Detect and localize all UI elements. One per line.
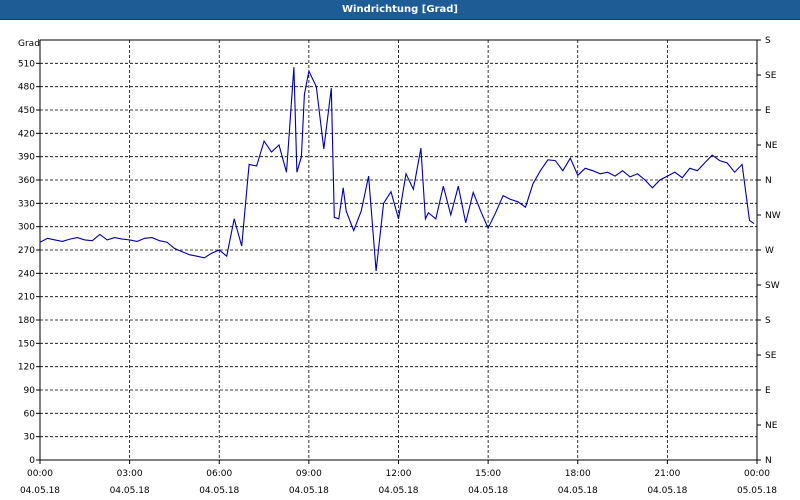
x-tick-date: 04.05.18: [110, 486, 150, 496]
right-tick-label: S: [765, 316, 771, 326]
x-tick-time: 15:00: [475, 469, 501, 479]
y-tick-label: 90: [24, 386, 36, 396]
y-tick-label: 330: [18, 199, 35, 209]
y-tick-label: 30: [24, 433, 36, 443]
x-tick-time: 21:00: [654, 469, 680, 479]
y-tick-label: 300: [18, 223, 35, 233]
x-tick-date: 04.05.18: [378, 486, 418, 496]
y-tick-label: 510: [18, 59, 35, 69]
right-tick-label: N: [765, 456, 772, 466]
right-tick-label: NE: [765, 421, 778, 431]
right-tick-label: NW: [765, 211, 781, 221]
right-tick-label: NE: [765, 141, 778, 151]
y-tick-label: 420: [18, 129, 35, 139]
x-tick-date: 04.05.18: [558, 486, 598, 496]
x-tick-time: 06:00: [206, 469, 232, 479]
x-tick-time: 12:00: [386, 469, 412, 479]
x-tick-time: 03:00: [117, 469, 143, 479]
right-tick-label: E: [765, 386, 771, 396]
x-tick-date: 04.05.18: [199, 486, 239, 496]
y-tick-label: 480: [18, 83, 35, 93]
y-tick-label: 360: [18, 176, 35, 186]
right-tick-label: SE: [765, 351, 777, 361]
y-tick-label: 0: [29, 456, 35, 466]
x-tick-date: 04.05.18: [468, 486, 508, 496]
right-tick-label: S: [765, 36, 771, 46]
x-tick-date: 04.05.18: [20, 486, 60, 496]
y-tick-label: 60: [24, 409, 36, 419]
y-tick-label: 240: [18, 269, 35, 279]
right-tick-label: E: [765, 106, 771, 116]
right-tick-label: N: [765, 176, 772, 186]
x-tick-date: 04.05.18: [647, 486, 687, 496]
x-tick-time: 09:00: [296, 469, 322, 479]
x-tick-time: 18:00: [565, 469, 591, 479]
y-tick-label: 210: [18, 293, 35, 303]
right-tick-label: SW: [765, 281, 780, 291]
y-tick-label: 450: [18, 106, 35, 116]
y-tick-label: 180: [18, 316, 35, 326]
x-tick-time: 00:00: [744, 469, 770, 479]
y-tick-label: 270: [18, 246, 35, 256]
wind-direction-line: [39, 67, 755, 272]
y-tick-label: 120: [18, 363, 35, 373]
x-tick-date: 05.05.18: [737, 486, 777, 496]
y-tick-label: 150: [18, 339, 35, 349]
y-tick-label: 390: [18, 153, 35, 163]
right-tick-label: SE: [765, 71, 777, 81]
wind-direction-chart: 0 30 60 90 120 150 180 210 240 270 300 330 360 390 420…: [18, 36, 781, 496]
x-tick-date: 04.05.18: [289, 486, 329, 496]
right-tick-label: W: [765, 246, 774, 256]
x-tick-time: 00:00: [27, 469, 53, 479]
